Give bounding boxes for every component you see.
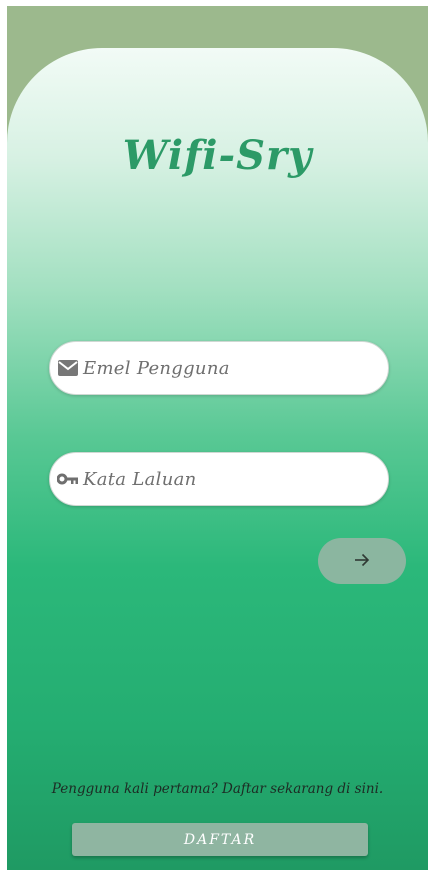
register-button[interactable]: DAFTAR [72, 823, 368, 856]
app-screen: Wifi-Sry Emel Pengguna Kata Laluan Pengg… [7, 6, 428, 870]
key-icon [57, 468, 79, 490]
email-field[interactable]: Emel Pengguna [49, 341, 389, 395]
password-field[interactable]: Kata Laluan [49, 452, 389, 506]
password-placeholder: Kata Laluan [83, 468, 197, 490]
arrow-right-icon [354, 552, 370, 571]
mail-icon [57, 357, 79, 379]
next-button[interactable] [318, 538, 406, 584]
login-sheet: Wifi-Sry Emel Pengguna Kata Laluan Pengg… [7, 48, 428, 870]
register-hint: Pengguna kali pertama? Daftar sekarang d… [51, 781, 384, 797]
app-logo: Wifi-Sry [122, 132, 313, 179]
email-placeholder: Emel Pengguna [83, 357, 230, 379]
